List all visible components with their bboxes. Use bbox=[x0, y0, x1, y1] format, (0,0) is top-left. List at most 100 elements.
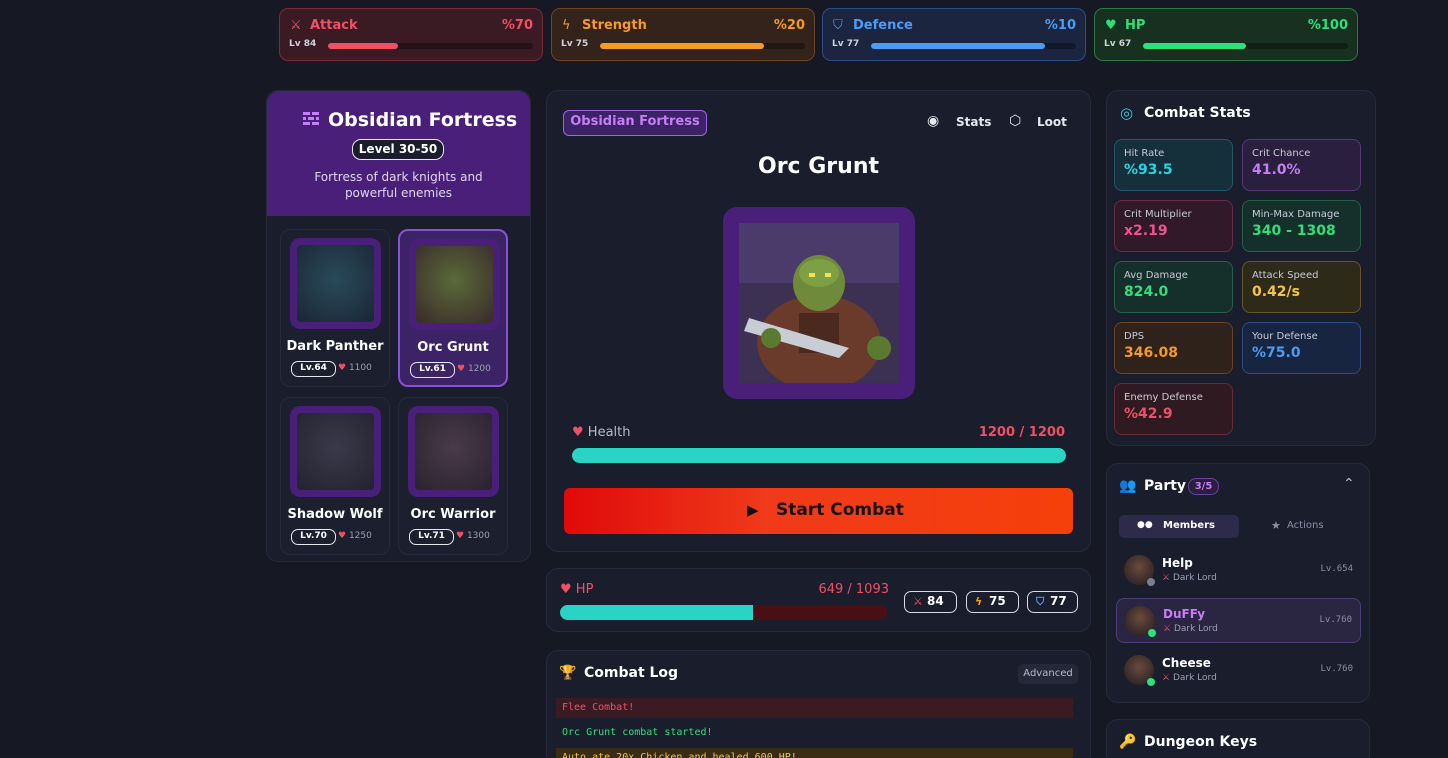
fortress-icon bbox=[303, 111, 319, 125]
health-label: Health bbox=[587, 425, 631, 440]
enemy-level-badge: Lv.61 bbox=[410, 362, 455, 378]
stat-level: Lv 67 bbox=[1104, 39, 1132, 49]
enemy-thumbnail bbox=[290, 238, 381, 329]
heart-icon: ♥ bbox=[560, 582, 572, 597]
log-entry: Flee Combat! bbox=[556, 698, 1073, 718]
stat-progress-bar bbox=[600, 43, 805, 49]
player-hp-bar bbox=[560, 605, 887, 620]
enemy-card[interactable]: Orc Grunt Lv.61 ♥ 1200 bbox=[398, 229, 508, 387]
player-hp-label: HP bbox=[575, 582, 594, 597]
crossed-swords-icon: ⚔ bbox=[1163, 624, 1172, 634]
stats-label: Stats bbox=[956, 115, 992, 129]
combat-stat-value: 41.0% bbox=[1252, 162, 1301, 178]
enemy-hp: ♥ 1250 bbox=[338, 531, 372, 541]
heart-icon: ♥ bbox=[1105, 18, 1117, 33]
key-icon: 🔑 bbox=[1119, 734, 1137, 750]
loot-label: Loot bbox=[1037, 115, 1067, 129]
crossed-swords-icon: ⚔ bbox=[1162, 573, 1171, 583]
heart-icon: ♥ bbox=[457, 364, 466, 374]
target-icon: ◎ bbox=[1120, 104, 1134, 122]
stat-level: Lv 84 bbox=[289, 39, 317, 49]
enemy-card[interactable]: Shadow Wolf Lv.70 ♥ 1250 bbox=[280, 397, 390, 555]
member-class-label: Dark Lord bbox=[1173, 624, 1218, 634]
trophy-icon: 🏆 bbox=[559, 665, 577, 681]
party-member[interactable]: Cheese ⚔ Dark Lord Lv.760 bbox=[1116, 648, 1361, 693]
tab-actions[interactable]: ★ Actions bbox=[1245, 515, 1365, 538]
attack-value: 84 bbox=[927, 594, 944, 608]
status-dot bbox=[1148, 629, 1156, 637]
enemy-hp: ♥ 1300 bbox=[456, 531, 490, 541]
strength-value: 75 bbox=[989, 594, 1006, 608]
member-level: Lv.760 bbox=[1319, 615, 1352, 625]
party-member[interactable]: Help ⚔ Dark Lord Lv.654 bbox=[1116, 548, 1361, 593]
stat-bar-attack: ⚔ Attack %70 Lv 84 bbox=[279, 8, 543, 61]
stat-bar-hp: ♥ HP %100 Lv 67 bbox=[1094, 8, 1358, 61]
enemy-card-name: Orc Grunt bbox=[417, 340, 489, 355]
member-class: ⚔ Dark Lord bbox=[1163, 624, 1218, 634]
enemy-card-name: Orc Warrior bbox=[410, 507, 496, 522]
player-hp-panel: ♥ HP 649 / 1093 ⚔ 84 ϟ 75 ⛉ 77 bbox=[546, 568, 1091, 632]
stat-level: Lv 77 bbox=[832, 39, 860, 49]
stat-progress-bar bbox=[1143, 43, 1348, 49]
enemy-portrait bbox=[723, 207, 915, 399]
combat-stat-card: DPS 346.08 bbox=[1114, 322, 1233, 374]
enemy-hp-value: 1300 bbox=[466, 531, 490, 541]
stat-bar-strength: ϟ Strength %20 Lv 75 bbox=[551, 8, 815, 61]
combat-stat-card: Min-Max Damage 340 - 1308 bbox=[1242, 200, 1361, 252]
enemy-card[interactable]: Dark Panther Lv.64 ♥ 1100 bbox=[280, 229, 390, 387]
enemy-health-value: 1200 / 1200 bbox=[978, 425, 1065, 440]
dungeon-keys-panel: 🔑 Dungeon Keys bbox=[1106, 719, 1370, 758]
party-member[interactable]: DuFFy ⚔ Dark Lord Lv.760 bbox=[1116, 598, 1361, 643]
combat-stat-label: Enemy Defense bbox=[1124, 392, 1203, 403]
enemy-health-bar bbox=[572, 448, 1066, 463]
combat-stat-value: x2.19 bbox=[1124, 223, 1168, 239]
combat-stat-card: Crit Chance 41.0% bbox=[1242, 139, 1361, 191]
dungeon-keys-title: Dungeon Keys bbox=[1144, 734, 1258, 750]
stat-percent: %20 bbox=[773, 18, 805, 33]
dungeon-header: Obsidian Fortress Level 30-50 Fortress o… bbox=[267, 91, 530, 216]
member-level: Lv.760 bbox=[1320, 664, 1353, 674]
combat-stat-value: 340 - 1308 bbox=[1252, 223, 1336, 239]
shield-icon: ⛉ bbox=[833, 18, 843, 33]
heart-icon: ♥ bbox=[338, 531, 347, 541]
tab-members-label: Members bbox=[1163, 520, 1215, 531]
enemy-level-badge: Lv.64 bbox=[291, 361, 336, 377]
member-class-label: Dark Lord bbox=[1172, 573, 1217, 583]
combat-stat-value: 824.0 bbox=[1124, 284, 1169, 300]
enemy-hp-value: 1250 bbox=[348, 531, 372, 541]
combat-stat-label: Crit Multiplier bbox=[1124, 209, 1192, 220]
level-range-badge: Level 30-50 bbox=[352, 139, 444, 160]
lightning-icon: ϟ bbox=[562, 18, 571, 33]
member-level: Lv.654 bbox=[1320, 564, 1353, 574]
enemy-level-badge: Lv.70 bbox=[291, 529, 336, 545]
enemy-hp-value: 1100 bbox=[348, 363, 372, 373]
start-combat-button[interactable]: ▶ Start Combat bbox=[564, 488, 1073, 534]
advanced-toggle[interactable]: Advanced bbox=[1018, 664, 1078, 684]
combat-stat-label: Attack Speed bbox=[1252, 270, 1319, 281]
member-class-label: Dark Lord bbox=[1172, 673, 1217, 683]
combat-stat-label: DPS bbox=[1124, 331, 1145, 342]
heart-icon: ♥ bbox=[572, 425, 584, 440]
chevron-up-icon[interactable]: ⌃ bbox=[1343, 476, 1355, 492]
member-class: ⚔ Dark Lord bbox=[1162, 573, 1217, 583]
enemy-name: Orc Grunt bbox=[758, 154, 879, 179]
combat-stat-label: Min-Max Damage bbox=[1252, 209, 1340, 220]
combat-stat-card: Avg Damage 824.0 bbox=[1114, 261, 1233, 313]
enemy-card[interactable]: Orc Warrior Lv.71 ♥ 1300 bbox=[398, 397, 508, 555]
shield-icon: ⛉ bbox=[1036, 595, 1045, 608]
stat-progress-bar bbox=[871, 43, 1076, 49]
dungeon-description: Fortress of dark knights and powerful en… bbox=[314, 170, 483, 200]
enemy-card-name: Dark Panther bbox=[286, 339, 384, 354]
attack-chip: ⚔ 84 bbox=[904, 591, 957, 613]
tab-members[interactable]: ●● Members bbox=[1119, 515, 1239, 538]
combat-log-title: Combat Log bbox=[584, 665, 679, 681]
play-icon: ▶ bbox=[747, 501, 759, 519]
combat-stat-label: Hit Rate bbox=[1124, 148, 1165, 159]
member-name: Help bbox=[1162, 556, 1193, 570]
star-icon: ★ bbox=[1271, 519, 1281, 532]
dungeon-title: Obsidian Fortress bbox=[328, 109, 518, 131]
party-title: Party bbox=[1144, 478, 1187, 494]
combat-stat-card: Attack Speed 0.42/s bbox=[1242, 261, 1361, 313]
enemy-hp: ♥ 1100 bbox=[338, 363, 372, 373]
health-label-group: ♥ Health bbox=[572, 425, 631, 440]
